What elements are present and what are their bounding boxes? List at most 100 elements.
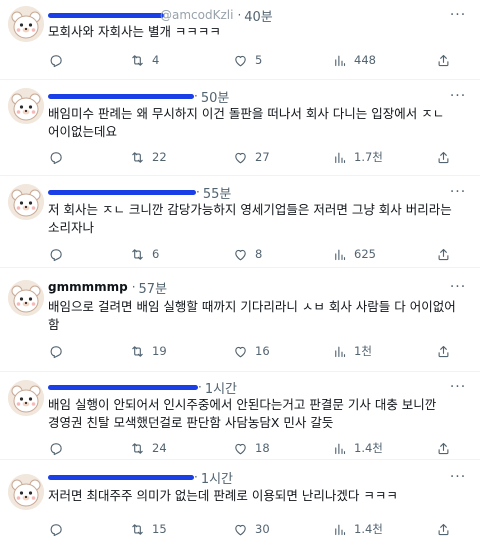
tweet-actions: 19 16 1천 xyxy=(48,342,468,360)
more-icon[interactable]: ··· xyxy=(448,278,468,296)
retweet-button[interactable]: 24 xyxy=(130,439,167,457)
views-icon xyxy=(335,524,346,535)
like-button[interactable]: 16 xyxy=(233,342,270,360)
more-icon[interactable]: ··· xyxy=(448,378,468,396)
tweet-header: · 1시간 xyxy=(48,468,233,487)
views-button[interactable]: 1.4천 xyxy=(332,520,383,538)
tweet-text: 배임으로 걸려면 배임 실행할 때까지 기다리라니 ㅅㅂ 회사 사람들 다 어이… xyxy=(48,299,456,332)
reply-button[interactable] xyxy=(48,439,70,457)
heart-icon xyxy=(235,524,246,535)
heart-icon xyxy=(235,152,246,163)
heart-icon xyxy=(235,443,246,454)
tweet-text: 배임미수 판례는 왜 무시하지 이건 돌판을 떠나서 회사 다니는 입장에서 ㅈ… xyxy=(48,106,445,139)
bear-avatar-icon xyxy=(8,474,44,510)
tweet-text: 배임 실행이 안되어서 인시주중에서 안된다는거고 판결문 기사 대충 보니깐 … xyxy=(48,397,437,430)
share-button[interactable] xyxy=(436,342,451,360)
avatar[interactable] xyxy=(8,380,44,416)
tweet[interactable]: · 55분 ··· 저 회사는 ㅈㄴ 크니깐 감당가능하지 영세기업들은 저러면… xyxy=(0,176,480,268)
tweet-time[interactable]: 1시간 xyxy=(201,468,233,487)
like-button[interactable]: 8 xyxy=(233,245,262,263)
views-button[interactable]: 448 xyxy=(332,51,376,69)
more-icon[interactable]: ··· xyxy=(448,468,468,486)
tweet-time[interactable]: 50분 xyxy=(201,87,230,106)
retweet-button[interactable]: 4 xyxy=(130,51,159,69)
tweet-time[interactable]: 55분 xyxy=(203,183,232,202)
reply-icon xyxy=(50,54,62,67)
tweet[interactable]: @amcodKzli · 40분 ··· 모회사와 자회사는 별개 ㅋㅋㅋㅋ 4… xyxy=(0,0,480,80)
avatar[interactable] xyxy=(8,88,44,124)
retweet-button[interactable]: 19 xyxy=(130,342,167,360)
retweet-icon xyxy=(132,248,143,260)
views-count: 1.7천 xyxy=(354,150,383,164)
tweet-time[interactable]: 1시간 xyxy=(205,378,237,397)
like-count: 8 xyxy=(255,247,263,261)
bear-avatar-icon xyxy=(8,88,44,124)
tweet[interactable]: · 1시간 ··· 배임 실행이 안되어서 인시주중에서 안된다는거고 판결문 … xyxy=(0,372,480,460)
views-button[interactable]: 1.4천 xyxy=(332,439,383,457)
tweet[interactable]: · 50분 ··· 배임미수 판례는 왜 무시하지 이건 돌판을 떠나서 회사 … xyxy=(0,80,480,176)
retweet-count: 22 xyxy=(152,150,167,164)
redacted-handle xyxy=(48,189,196,195)
avatar[interactable] xyxy=(8,184,44,220)
share-button[interactable] xyxy=(436,245,451,263)
tweet[interactable]: gmmmmmp · 57분 ··· 배임으로 걸려면 배임 실행할 때까지 기다… xyxy=(0,268,480,372)
like-button[interactable]: 5 xyxy=(233,51,262,69)
retweet-button[interactable]: 22 xyxy=(130,148,167,166)
share-button[interactable] xyxy=(436,439,451,457)
retweet-count: 15 xyxy=(152,522,167,536)
tweet[interactable]: · 1시간 ··· 저러면 최대주주 의미가 없는데 판례로 이용되면 난리나겠… xyxy=(0,460,480,548)
views-button[interactable]: 625 xyxy=(332,245,376,263)
separator-dot: · xyxy=(194,89,198,103)
reply-button[interactable] xyxy=(48,245,70,263)
reply-button[interactable] xyxy=(48,342,70,360)
retweet-button[interactable]: 15 xyxy=(130,520,167,538)
more-icon[interactable]: ··· xyxy=(448,183,468,201)
tweet-actions: 6 8 625 xyxy=(48,245,468,263)
tweet-time[interactable]: 57분 xyxy=(139,278,168,297)
reply-button[interactable] xyxy=(48,51,70,69)
like-button[interactable]: 27 xyxy=(233,148,270,166)
tweet-feed: @amcodKzli · 40분 ··· 모회사와 자회사는 별개 ㅋㅋㅋㅋ 4… xyxy=(0,0,480,548)
views-icon xyxy=(335,152,346,163)
redacted-handle xyxy=(48,474,194,480)
tweet-text: 모회사와 자회사는 별개 ㅋㅋㅋㅋ xyxy=(48,24,221,39)
like-count: 30 xyxy=(255,522,270,536)
like-count: 27 xyxy=(255,150,270,164)
like-button[interactable]: 30 xyxy=(233,520,270,538)
reply-button[interactable] xyxy=(48,148,70,166)
retweet-icon xyxy=(132,151,143,163)
share-icon xyxy=(438,345,449,357)
retweet-button[interactable]: 6 xyxy=(130,245,159,263)
like-count: 16 xyxy=(255,344,270,358)
views-button[interactable]: 1천 xyxy=(332,342,372,360)
share-button[interactable] xyxy=(436,51,451,69)
reply-icon xyxy=(50,151,62,164)
tweet-time[interactable]: 40분 xyxy=(244,6,273,25)
avatar[interactable] xyxy=(8,280,44,316)
tweet-header: · 50분 xyxy=(48,87,230,106)
views-count: 625 xyxy=(354,247,376,261)
share-button[interactable] xyxy=(436,520,451,538)
more-icon[interactable]: ··· xyxy=(448,87,468,105)
avatar[interactable] xyxy=(8,6,44,42)
redacted-handle xyxy=(48,384,198,390)
retweet-count: 6 xyxy=(152,247,160,261)
reply-icon xyxy=(50,248,62,261)
avatar[interactable] xyxy=(8,474,44,510)
share-button[interactable] xyxy=(436,148,451,166)
like-button[interactable]: 18 xyxy=(233,439,270,457)
tweet-actions: 15 30 1.4천 xyxy=(48,520,468,538)
tweet-header: · 1시간 xyxy=(48,378,237,397)
retweet-icon xyxy=(132,523,143,535)
reply-button[interactable] xyxy=(48,520,70,538)
like-count: 18 xyxy=(255,441,270,455)
share-icon xyxy=(438,523,449,535)
more-icon[interactable]: ··· xyxy=(448,6,468,24)
bear-avatar-icon xyxy=(8,280,44,316)
separator-dot: · xyxy=(131,280,136,294)
views-button[interactable]: 1.7천 xyxy=(332,148,383,166)
share-icon xyxy=(438,248,449,260)
views-count: 1.4천 xyxy=(354,522,383,536)
reply-icon xyxy=(50,523,62,536)
separator-dot: · xyxy=(198,380,202,394)
